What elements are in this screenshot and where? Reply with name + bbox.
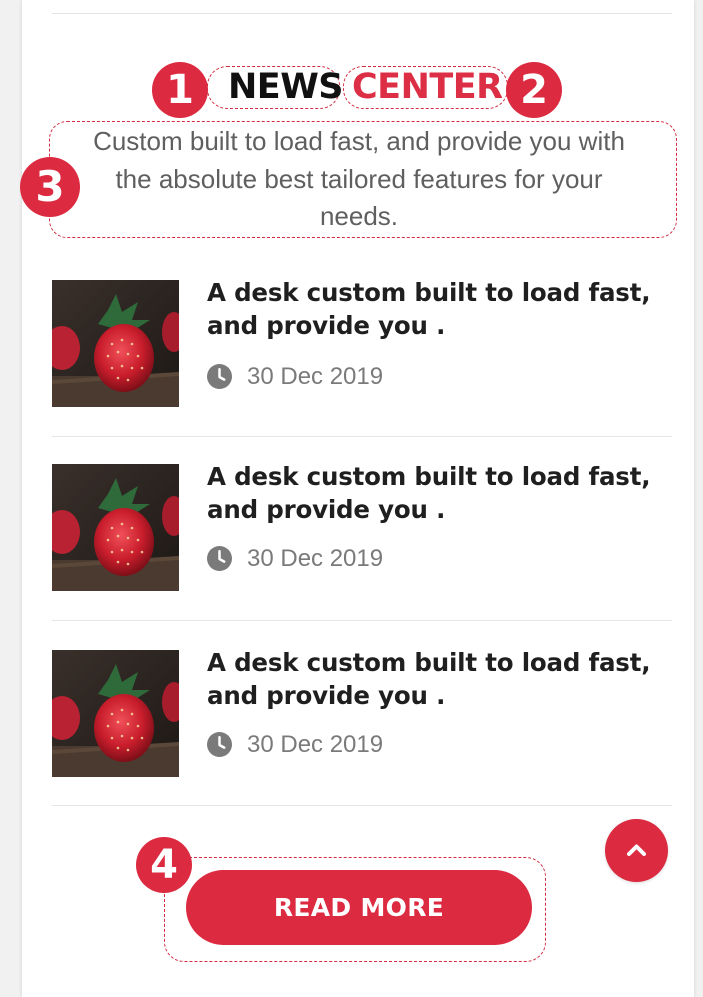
strawberry-image bbox=[52, 650, 179, 777]
section-title-center: CENTER bbox=[352, 67, 503, 107]
clock-icon bbox=[207, 546, 232, 571]
news-thumbnail[interactable] bbox=[52, 650, 179, 777]
news-date: 30 Dec 2019 bbox=[247, 363, 384, 390]
annotation-badge-4: 4 bbox=[136, 837, 192, 893]
list-divider bbox=[52, 805, 672, 806]
news-item[interactable]: A desk custom built to load fast, and pr… bbox=[52, 277, 672, 408]
news-item[interactable]: A desk custom built to load fast, and pr… bbox=[52, 461, 672, 592]
section-subtitle: Custom built to load fast, and provide y… bbox=[93, 126, 625, 231]
news-date: 30 Dec 2019 bbox=[247, 731, 384, 758]
top-divider bbox=[52, 13, 672, 14]
annotation-badge-3: 3 bbox=[20, 157, 80, 217]
chevron-up-icon bbox=[627, 844, 646, 856]
section-title-news: NEWS bbox=[228, 67, 344, 107]
list-divider bbox=[52, 436, 672, 437]
read-more-button[interactable]: READ MORE bbox=[186, 870, 532, 945]
news-date: 30 Dec 2019 bbox=[247, 545, 384, 572]
news-thumbnail[interactable] bbox=[52, 280, 179, 407]
strawberry-image bbox=[52, 280, 179, 407]
news-thumbnail[interactable] bbox=[52, 464, 179, 591]
annotation-badge-2: 2 bbox=[506, 62, 562, 118]
clock-icon bbox=[207, 732, 232, 757]
news-title[interactable]: A desk custom built to load fast, and pr… bbox=[207, 647, 667, 712]
news-item[interactable]: A desk custom built to load fast, and pr… bbox=[52, 647, 672, 778]
scroll-to-top-button[interactable] bbox=[605, 819, 668, 882]
clock-icon bbox=[207, 364, 232, 389]
annotation-badge-1: 1 bbox=[152, 62, 208, 118]
news-title[interactable]: A desk custom built to load fast, and pr… bbox=[207, 277, 667, 342]
news-title[interactable]: A desk custom built to load fast, and pr… bbox=[207, 461, 667, 526]
list-divider bbox=[52, 620, 672, 621]
page: NEWS CENTER 1 2 Custom built to load fas… bbox=[0, 0, 703, 997]
strawberry-image bbox=[52, 464, 179, 591]
